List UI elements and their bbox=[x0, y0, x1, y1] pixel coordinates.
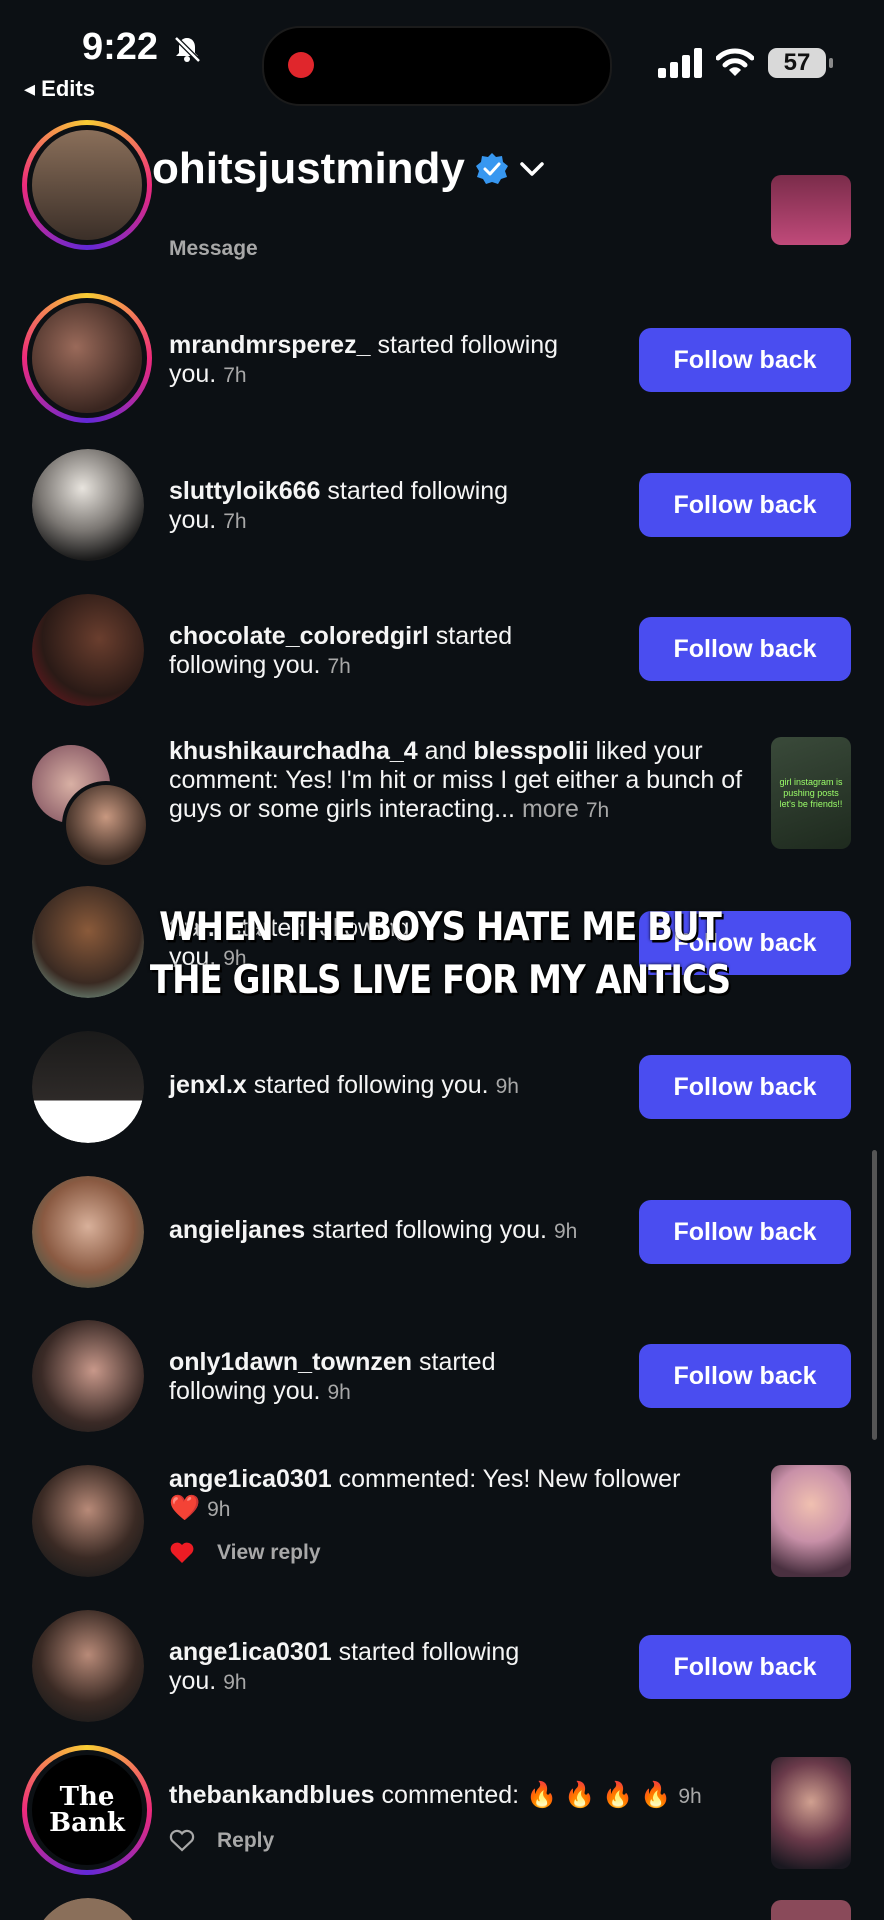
post-thumbnail[interactable] bbox=[771, 1900, 851, 1920]
timestamp: 9h bbox=[553, 1220, 578, 1243]
timestamp: 7h bbox=[327, 655, 351, 678]
username[interactable]: ange1ica0301 bbox=[169, 1465, 332, 1493]
avatar[interactable] bbox=[32, 449, 144, 561]
timestamp: 9h bbox=[207, 1498, 231, 1521]
signal-icon bbox=[658, 48, 702, 78]
notification-text[interactable]: ange1ica0301 commented: Yes! New followe… bbox=[169, 1465, 749, 1524]
heart-filled-icon[interactable] bbox=[169, 1541, 195, 1565]
post-thumbnail[interactable] bbox=[771, 1757, 851, 1869]
notification-text[interactable]: thebankandblues commented: 🔥 🔥 🔥 🔥 9h bbox=[169, 1781, 749, 1811]
video-caption-overlay: WHEN THE BOYS HATE ME BUT THE GIRLS LIVE… bbox=[149, 904, 731, 1004]
avatar[interactable]: The Bank bbox=[22, 1745, 152, 1875]
list-item: angieljanes started following you. 9h Fo… bbox=[0, 1176, 884, 1296]
fire-emojis: 🔥 🔥 🔥 🔥 bbox=[526, 1781, 672, 1809]
timestamp: 9h bbox=[223, 1671, 247, 1694]
list-item: only1dawn_townzen started following you.… bbox=[0, 1320, 884, 1440]
follow-back-button[interactable]: Follow back bbox=[639, 328, 851, 392]
view-reply-link[interactable]: View reply bbox=[217, 1541, 321, 1565]
recording-dot-icon bbox=[288, 52, 314, 78]
list-item-partial: Message bbox=[0, 120, 884, 265]
thumbnail-text: girl instagram is pushing posts let's be… bbox=[779, 777, 843, 809]
silent-bell-icon bbox=[172, 34, 202, 69]
username[interactable]: chocolate_coloredgirl bbox=[169, 622, 429, 650]
follow-back-button[interactable]: Follow back bbox=[639, 617, 851, 681]
username[interactable]: only1dawn_townzen bbox=[169, 1348, 412, 1376]
wifi-icon bbox=[716, 48, 754, 76]
message-button[interactable]: Message bbox=[169, 237, 258, 261]
username[interactable]: khushikaurchadha_4 bbox=[169, 737, 418, 765]
notification-text[interactable]: mrandmrsperez_ started following you. 7h bbox=[169, 331, 619, 390]
follow-back-button[interactable]: Follow back bbox=[639, 1344, 851, 1408]
list-item: jenxl.x started following you. 9h Follow… bbox=[0, 1031, 884, 1151]
chevron-down-icon bbox=[520, 162, 544, 176]
timestamp: 9h bbox=[327, 1381, 351, 1404]
account-switcher[interactable]: ohitsjustmindy bbox=[152, 144, 545, 194]
username[interactable]: angieljanes bbox=[169, 1216, 305, 1244]
avatar[interactable] bbox=[32, 594, 144, 706]
list-item: sluttyloik666 started following you. 7h … bbox=[0, 445, 884, 565]
avatar[interactable] bbox=[22, 293, 152, 423]
list-item: khushikaurchadha_4 and blesspolii liked … bbox=[0, 735, 884, 869]
timestamp: 9h bbox=[678, 1785, 702, 1808]
username[interactable]: sluttyloik666 bbox=[169, 477, 320, 505]
reply-link[interactable]: Reply bbox=[217, 1829, 274, 1853]
heart-emoji: ❤️ bbox=[169, 1494, 201, 1522]
post-thumbnail[interactable] bbox=[771, 175, 851, 245]
timestamp: 7h bbox=[585, 799, 610, 822]
heart-outline-icon[interactable] bbox=[169, 1829, 195, 1853]
list-item: ange1ica0301 started following you. 9h F… bbox=[0, 1610, 884, 1730]
avatar-logo-text: The Bank bbox=[49, 1782, 125, 1838]
list-item: The Bank thebankandblues commented: 🔥 🔥 … bbox=[0, 1745, 884, 1875]
list-item: ange1ica0301 commented: Yes! New followe… bbox=[0, 1465, 884, 1595]
notification-text[interactable]: jenxl.x started following you. 9h bbox=[169, 1071, 639, 1101]
scrollbar[interactable] bbox=[872, 1150, 877, 1440]
avatar[interactable] bbox=[32, 1031, 144, 1143]
username[interactable]: jenxl.x bbox=[169, 1071, 247, 1099]
verified-badge-icon bbox=[475, 153, 508, 184]
avatar[interactable] bbox=[32, 1465, 144, 1577]
username[interactable]: mrandmrsperez_ bbox=[169, 331, 370, 359]
battery-icon: 57 bbox=[768, 48, 833, 78]
notification-text[interactable]: ange1ica0301 started following you. 9h bbox=[169, 1638, 619, 1697]
avatar[interactable] bbox=[32, 1176, 144, 1288]
list-item: mrandmrsperez_ started following you. 7h… bbox=[0, 293, 884, 423]
notification-text[interactable]: khushikaurchadha_4 and blesspolii liked … bbox=[169, 737, 749, 825]
more-link[interactable]: more bbox=[522, 795, 579, 823]
follow-back-button[interactable]: Follow back bbox=[639, 473, 851, 537]
follow-back-button[interactable]: Follow back bbox=[639, 1055, 851, 1119]
post-thumbnail[interactable] bbox=[771, 1465, 851, 1577]
clock: 9:22 bbox=[82, 26, 159, 68]
notification-text[interactable]: only1dawn_townzen started following you.… bbox=[169, 1348, 619, 1407]
notification-text[interactable]: angieljanes started following you. 9h bbox=[169, 1216, 639, 1246]
notification-text[interactable]: chocolate_coloredgirl started following … bbox=[169, 622, 619, 681]
back-to-app-link[interactable]: ◂ Edits bbox=[24, 76, 95, 102]
list-item: chocolate_coloredgirl started following … bbox=[0, 590, 884, 710]
page-title: ohitsjustmindy bbox=[152, 144, 465, 193]
post-thumbnail[interactable]: girl instagram is pushing posts let's be… bbox=[771, 737, 851, 849]
avatar[interactable] bbox=[32, 1898, 144, 1920]
timestamp: 9h bbox=[495, 1075, 519, 1098]
timestamp: 7h bbox=[223, 364, 247, 387]
dynamic-island bbox=[262, 26, 612, 106]
timestamp: 7h bbox=[223, 510, 247, 533]
comment-actions: View reply bbox=[169, 1541, 321, 1565]
status-bar: 9:22 ◂ Edits 57 bbox=[0, 0, 884, 110]
avatar[interactable] bbox=[22, 120, 152, 250]
avatar[interactable] bbox=[32, 1320, 144, 1432]
username[interactable]: ange1ica0301 bbox=[169, 1638, 332, 1666]
notification-text[interactable]: sluttyloik666 started following you. 7h bbox=[169, 477, 619, 536]
follow-back-button[interactable]: Follow back bbox=[639, 1200, 851, 1264]
username[interactable]: blesspolii bbox=[473, 737, 588, 765]
follow-back-button[interactable]: Follow back bbox=[639, 1635, 851, 1699]
list-item-partial bbox=[0, 1898, 884, 1920]
username[interactable]: thebankandblues bbox=[169, 1781, 375, 1809]
avatar-group[interactable] bbox=[32, 745, 150, 869]
comment-actions: Reply bbox=[169, 1829, 274, 1853]
status-icons: 57 bbox=[658, 48, 833, 78]
avatar[interactable] bbox=[32, 1610, 144, 1722]
